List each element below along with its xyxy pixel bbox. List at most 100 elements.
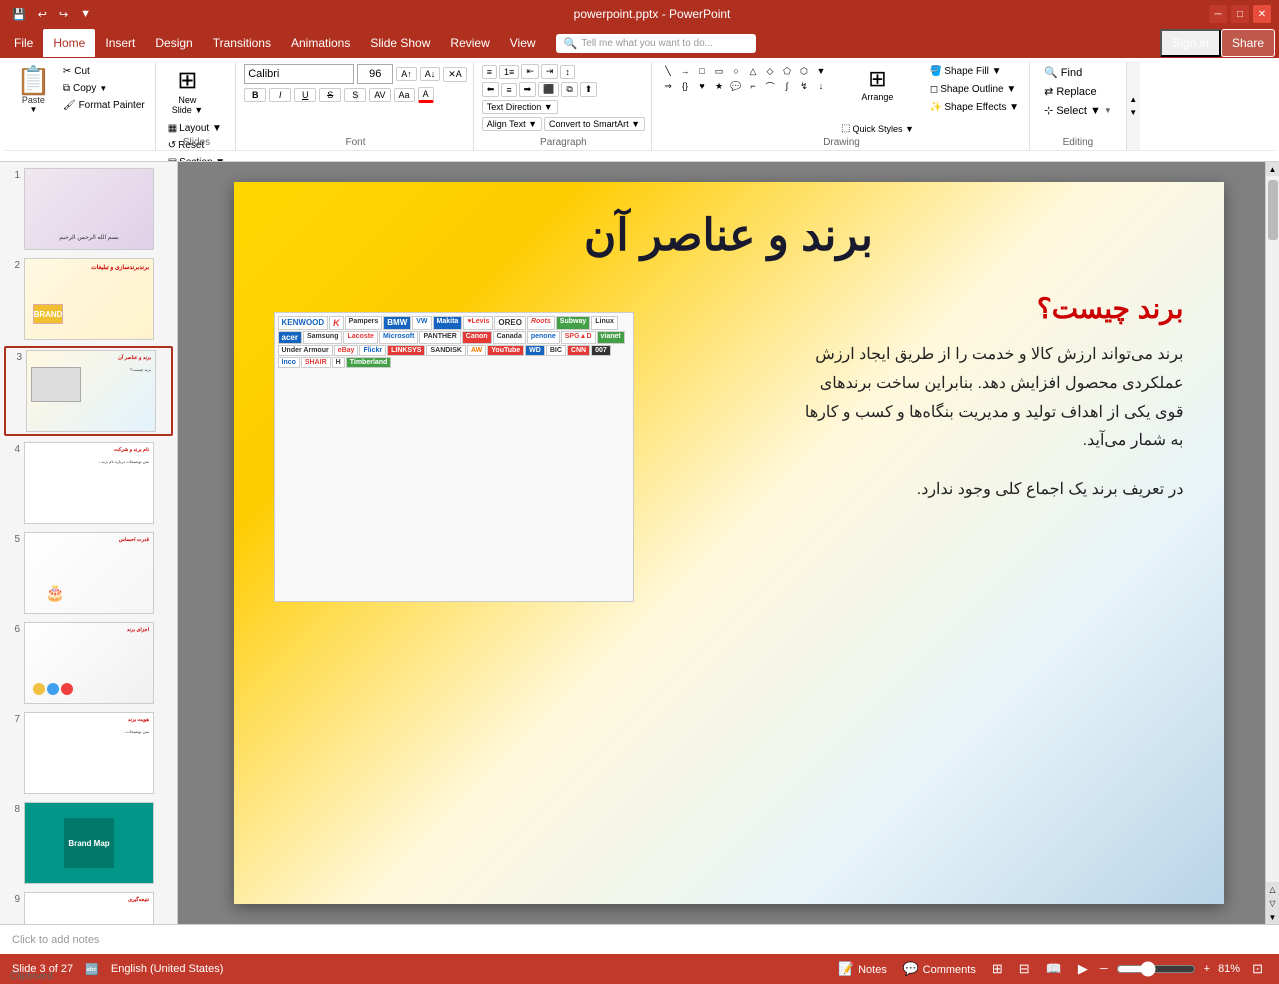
slide-thumb-8[interactable]: 8 Brand Map [4,800,173,886]
slide-thumb-9[interactable]: 9 نتیجه‌گیری [4,890,173,924]
clear-format-button[interactable]: ✕A [443,67,467,82]
quick-styles-button[interactable]: ⬚ Quick Styles ▼ [837,121,918,136]
increase-font-button[interactable]: A↑ [396,67,417,81]
slide-sorter-button[interactable]: ⊟ [1015,959,1034,979]
shape-arrow[interactable]: → [677,64,693,78]
minimize-button[interactable]: ─ [1209,5,1227,23]
shape-bracket[interactable]: {} [677,79,693,93]
select-button[interactable]: ⊹ Select ▼ ▼ [1038,102,1118,119]
font-size-label-button[interactable]: Aa [394,88,415,102]
copy-button[interactable]: ⧉ Copy ▼ [59,81,149,96]
align-left-button[interactable]: ⬅ [482,82,500,97]
strikethrough-button[interactable]: S [319,88,341,102]
shape-freeform[interactable]: ∫ [779,79,795,93]
slide-thumb-2[interactable]: 2 برندبرندسازی و تبلیغات BRAND [4,256,173,342]
ribbon-scroll-up[interactable]: ▲ [1127,93,1139,106]
new-slide-button[interactable]: ⊞ New Slide ▼ [164,64,211,119]
align-text-button[interactable]: Align Text ▼ [482,117,542,131]
decrease-font-button[interactable]: A↓ [420,67,441,81]
menu-animations[interactable]: Animations [281,29,360,57]
zoom-slider[interactable] [1116,961,1196,977]
menu-home[interactable]: Home [43,29,95,57]
section-button[interactable]: ▤ Section ▼ [164,155,229,162]
notes-button[interactable]: 📝 Notes [834,959,891,979]
shape-connector[interactable]: ↯ [796,79,812,93]
brands-image[interactable]: KENWOOD K Pampers BMW VW Makita ♥Levis O… [274,312,634,602]
slide-canvas[interactable]: برند و عناصر آن KENWOOD K Pampers BMW VW… [234,182,1224,904]
slide-thumb-3[interactable]: 3 برند و عناصر آن برند چیست؟ [4,346,173,436]
underline-button[interactable]: U [294,88,316,102]
share-button[interactable]: Share [1221,29,1275,57]
numbered-list-button[interactable]: 1≡ [499,65,519,79]
character-spacing-button[interactable]: AV [369,88,390,102]
shape-heart[interactable]: ♥ [694,79,710,93]
ribbon-scroll-down[interactable]: ▼ [1127,106,1139,119]
sign-in-button[interactable]: Sign in [1160,29,1221,57]
paste-button[interactable]: 📋 Paste ▼ [10,64,57,124]
font-size-input[interactable] [357,64,393,84]
shape-curve[interactable]: ⌒ [762,79,778,93]
text-direction-button[interactable]: ⬆ [580,82,598,97]
bold-button[interactable]: B [244,88,266,102]
shape-down-arrow[interactable]: ↓ [813,79,829,93]
normal-view-button[interactable]: ⊞ [988,959,1007,979]
fit-slide-button[interactable]: ⊡ [1248,959,1267,979]
arrange-button[interactable]: ⊞ Arrange [837,64,918,119]
reading-view-button[interactable]: 📖 [1042,959,1066,979]
scroll-thumb[interactable] [1268,180,1278,240]
shape-rounded-rect[interactable]: ▭ [711,64,727,78]
shape-hexagon[interactable]: ⬡ [796,64,812,78]
comments-button[interactable]: 💬 Comments [899,959,980,979]
shape-arrow2[interactable]: ⇒ [660,79,676,93]
find-button[interactable]: 🔍 Find [1038,64,1118,81]
convert-smartart-button[interactable]: Convert to SmartArt ▼ [544,117,645,131]
shadow-button[interactable]: S [344,88,366,102]
menu-file[interactable]: File [4,29,43,57]
justify-button[interactable]: ⬛ [538,82,559,97]
line-spacing-button[interactable]: ↕ [560,65,575,79]
shape-brace[interactable]: ⌐ [745,79,761,93]
maximize-button[interactable]: □ [1231,5,1249,23]
replace-button[interactable]: ⇄ Replace [1038,83,1118,100]
menu-review[interactable]: Review [440,29,499,57]
shape-pentagon[interactable]: ⬠ [779,64,795,78]
align-center-button[interactable]: ≡ [501,83,516,97]
font-name-input[interactable] [244,64,354,84]
menu-insert[interactable]: Insert [95,29,145,57]
menu-design[interactable]: Design [145,29,202,57]
shape-rect[interactable]: □ [694,64,710,78]
italic-button[interactable]: I [269,88,291,102]
layout-button[interactable]: ▦ Layout ▼ [164,121,229,136]
slide-thumb-7[interactable]: 7 هویت برند متن توضیحات... [4,710,173,796]
font-color-button[interactable]: A [418,87,434,103]
redo-button[interactable]: ↪ [55,6,72,23]
scroll-up-button[interactable]: ▲ [1266,162,1279,176]
shape-fill-button[interactable]: 🪣 Shape Fill ▼ [926,64,1023,79]
decrease-indent-button[interactable]: ⇤ [521,64,539,79]
slideshow-button[interactable]: ▶ [1074,959,1092,979]
menu-view[interactable]: View [500,29,546,57]
bullets-button[interactable]: ≡ [482,65,497,79]
text-direction-dropdown[interactable]: Text Direction ▼ [482,100,558,114]
shape-more[interactable]: ▼ [813,64,829,78]
shape-star[interactable]: ★ [711,79,727,93]
shape-triangle[interactable]: △ [745,64,761,78]
columns-button[interactable]: ⧉ [561,82,577,97]
shape-diamond[interactable]: ◇ [762,64,778,78]
increase-indent-button[interactable]: ⇥ [541,64,559,79]
undo-button[interactable]: ↩ [34,6,51,23]
slide-thumb-5[interactable]: 5 قدرت احساس 🎂 [4,530,173,616]
menu-slideshow[interactable]: Slide Show [360,29,440,57]
slide-title[interactable]: برند و عناصر آن [584,210,873,261]
scroll-down-button[interactable]: ▼ [1266,910,1279,924]
scroll-prev-slide-btn[interactable]: △ [1266,882,1279,896]
shape-callout[interactable]: 💬 [728,79,744,93]
format-painter-button[interactable]: 🖌 Format Painter [59,98,149,113]
slide-thumb-6[interactable]: 6 اجزای برند [4,620,173,706]
close-button[interactable]: ✕ [1253,5,1271,23]
slide-thumb-1[interactable]: 1 بسم الله الرحمن الرحیم [4,166,173,252]
shape-oval[interactable]: ○ [728,64,744,78]
save-button[interactable]: 💾 [8,6,30,23]
cut-button[interactable]: ✂ Cut [59,64,149,79]
right-text-area[interactable]: برند چیست؟ برند می‌تواند ارزش کالا و خدم… [804,292,1184,505]
